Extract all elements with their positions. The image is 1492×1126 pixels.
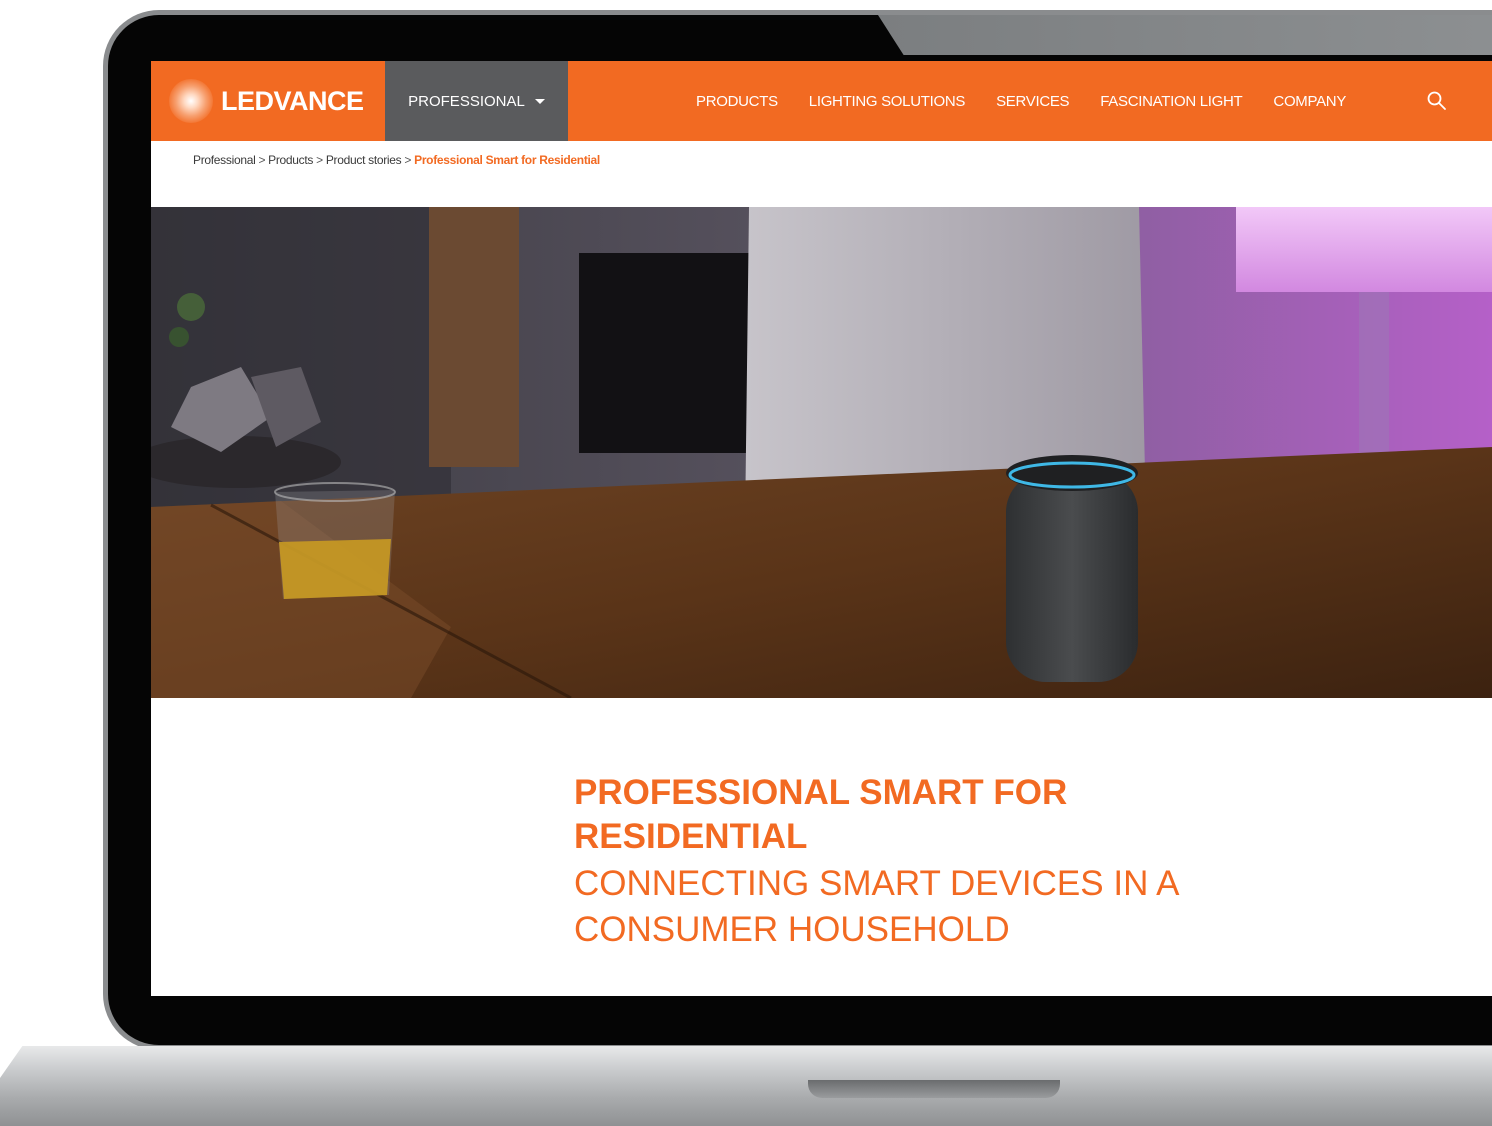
breadcrumb-separator: > (258, 153, 266, 167)
nav-services[interactable]: SERVICES (996, 93, 1069, 110)
laptop-notch (808, 1080, 1060, 1098)
breadcrumb-separator: > (316, 153, 323, 167)
professional-dropdown[interactable]: PROFESSIONAL (385, 61, 568, 141)
brand-name: LEDVANCE (221, 85, 364, 116)
laptop-base (0, 1046, 1492, 1126)
breadcrumb-current: Professional Smart for Residential (414, 153, 600, 167)
brand-logo[interactable]: LEDVANCE (169, 77, 364, 125)
headline-block: PROFESSIONAL SMART FOR RESIDENTIAL CONNE… (574, 771, 1274, 953)
professional-label: PROFESSIONAL (408, 92, 525, 110)
page-title: PROFESSIONAL SMART FOR RESIDENTIAL (574, 773, 1068, 856)
breadcrumb: Professional > Products > Product storie… (193, 153, 600, 167)
breadcrumb-products[interactable]: Products (268, 153, 313, 167)
nav-fascination-light[interactable]: FASCINATION LIGHT (1100, 93, 1242, 110)
breadcrumb-product-stories[interactable]: Product stories (326, 153, 402, 167)
breadcrumb-professional[interactable]: Professional (193, 153, 256, 167)
main-navigation: LEDVANCE PROFESSIONAL PRODUCTS LIGHTING … (151, 61, 1492, 141)
hero-image (151, 207, 1492, 698)
nav-products[interactable]: PRODUCTS (696, 93, 778, 110)
nav-links: PRODUCTS LIGHTING SOLUTIONS SERVICES FAS… (696, 61, 1377, 141)
chevron-down-icon (534, 98, 545, 104)
breadcrumb-separator: > (404, 153, 412, 167)
browser-screen: LEDVANCE PROFESSIONAL PRODUCTS LIGHTING … (151, 61, 1492, 996)
screen-glare (878, 15, 1492, 55)
nav-company[interactable]: COMPANY (1273, 93, 1346, 110)
search-icon[interactable] (1426, 90, 1448, 112)
nav-lighting-solutions[interactable]: LIGHTING SOLUTIONS (809, 93, 966, 110)
logo-mark-icon (169, 79, 213, 123)
page-subtitle: CONNECTING SMART DEVICES IN A CONSUMER H… (574, 864, 1178, 949)
